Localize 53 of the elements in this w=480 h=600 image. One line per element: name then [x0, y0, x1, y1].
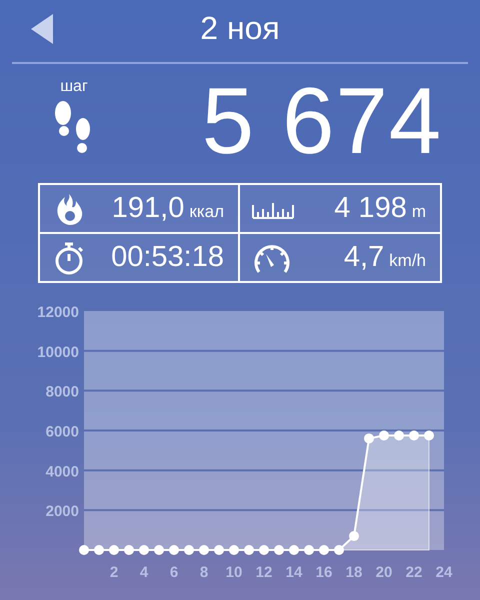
data-point [184, 545, 194, 555]
stat-value: 191,0 [112, 192, 184, 224]
data-point [289, 545, 299, 555]
data-point [334, 545, 344, 555]
y-tick-label: 6000 [46, 424, 79, 440]
data-point [199, 545, 209, 555]
data-point [259, 545, 269, 555]
x-tick-label: 22 [406, 564, 422, 581]
data-point [79, 545, 89, 555]
x-tick-label: 10 [226, 564, 242, 581]
y-tick-label: 12000 [37, 304, 79, 321]
x-tick-label: 4 [140, 564, 148, 581]
data-point [274, 545, 284, 555]
data-point [124, 545, 134, 555]
data-point [424, 430, 434, 440]
stat-unit: km/h [389, 251, 426, 270]
x-tick-label: 20 [376, 564, 392, 581]
x-tick-label: 16 [316, 564, 332, 581]
data-point [214, 545, 224, 555]
data-point [364, 433, 374, 444]
x-tick-label: 12 [256, 564, 272, 581]
data-point [94, 545, 104, 555]
y-tick-label: 8000 [46, 384, 79, 401]
y-tick-label: 2000 [46, 503, 79, 520]
y-tick-label: 10000 [37, 344, 79, 361]
data-point [244, 545, 254, 555]
data-point [109, 545, 119, 555]
step-count: 5 674 [202, 66, 442, 174]
x-tick-label: 18 [346, 564, 362, 581]
x-tick-label: 6 [170, 564, 178, 581]
x-tick-label: 14 [286, 564, 302, 581]
data-point [154, 545, 164, 555]
data-point [229, 545, 239, 555]
data-point [169, 545, 179, 555]
data-point [304, 545, 314, 555]
data-point [394, 430, 404, 440]
stat-unit: ккал [189, 202, 224, 221]
date-title: 2 ноя [200, 10, 280, 46]
y-tick-label: 4000 [46, 463, 79, 480]
stat-value: 00:53:18 [111, 241, 224, 273]
steps-label: шаг [60, 78, 88, 96]
data-point [139, 545, 149, 555]
stat-value: 4 198 [334, 192, 407, 224]
back-icon[interactable] [31, 14, 53, 44]
stat-value: 4,7 [344, 241, 384, 273]
data-point [319, 545, 329, 555]
data-point [409, 430, 419, 440]
x-tick-label: 24 [436, 564, 452, 581]
data-point [379, 430, 389, 440]
stat-unit: m [412, 202, 426, 221]
x-tick-label: 8 [200, 564, 208, 581]
data-point [349, 531, 359, 542]
x-tick-label: 2 [110, 564, 118, 581]
